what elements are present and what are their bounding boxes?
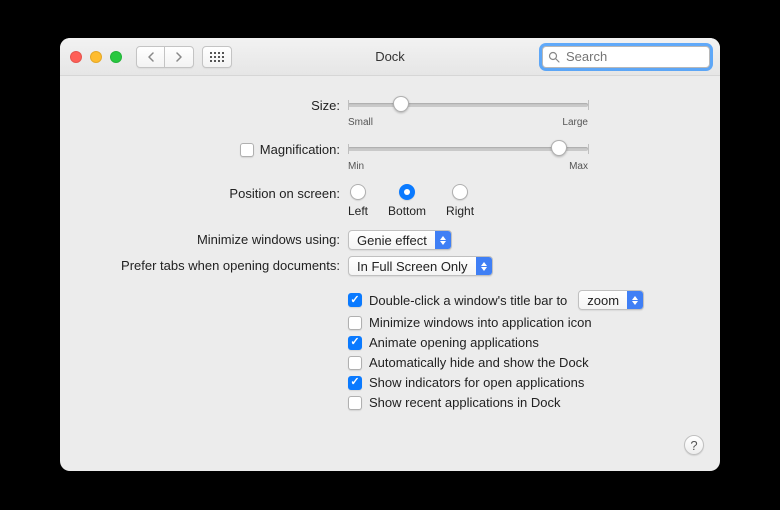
titlebar-action-value: zoom <box>579 293 627 308</box>
chevron-right-icon <box>175 52 183 62</box>
forward-button[interactable] <box>165 47 193 67</box>
autohide-checkbox[interactable] <box>348 356 362 370</box>
close-button[interactable] <box>70 51 82 63</box>
back-button[interactable] <box>137 47 165 67</box>
magnification-label: Magnification: <box>260 142 340 157</box>
minimize-into-icon-label: Minimize windows into application icon <box>369 315 592 330</box>
size-max-label: Large <box>562 117 588 128</box>
position-right-label: Right <box>446 204 474 218</box>
minimize-button[interactable] <box>90 51 102 63</box>
minimize-into-icon-checkbox[interactable] <box>348 316 362 330</box>
magnification-slider[interactable] <box>348 140 588 158</box>
animate-opening-checkbox[interactable] <box>348 336 362 350</box>
help-button[interactable]: ? <box>684 435 704 455</box>
size-slider[interactable] <box>348 96 588 114</box>
doubleclick-titlebar-label: Double-click a window's title bar to <box>369 293 567 308</box>
position-bottom-label: Bottom <box>388 204 426 218</box>
minimize-effect-select[interactable]: Genie effect <box>348 230 452 250</box>
show-all-button[interactable] <box>202 46 232 68</box>
dock-preferences-window: Dock Size: Small Large <box>60 38 720 471</box>
size-min-label: Small <box>348 117 373 128</box>
window-controls <box>70 51 122 63</box>
position-left-label: Left <box>348 204 368 218</box>
position-bottom-radio[interactable] <box>399 184 415 200</box>
recent-apps-label: Show recent applications in Dock <box>369 395 561 410</box>
select-arrows-icon <box>435 231 451 249</box>
mag-max-label: Max <box>569 161 588 172</box>
search-field[interactable] <box>542 46 710 68</box>
grid-icon <box>210 52 224 62</box>
doubleclick-titlebar-checkbox[interactable] <box>348 293 362 307</box>
zoom-button[interactable] <box>110 51 122 63</box>
titlebar-action-select[interactable]: zoom <box>578 290 644 310</box>
prefer-tabs-select[interactable]: In Full Screen Only <box>348 256 493 276</box>
size-label: Size: <box>311 98 340 113</box>
content-area: Size: Small Large <box>60 76 720 428</box>
autohide-label: Automatically hide and show the Dock <box>369 355 589 370</box>
recent-apps-checkbox[interactable] <box>348 396 362 410</box>
position-left-radio[interactable] <box>350 184 366 200</box>
select-arrows-icon <box>476 257 492 275</box>
prefer-tabs-value: In Full Screen Only <box>349 259 476 274</box>
minimize-using-label: Minimize windows using: <box>197 232 340 247</box>
magnification-slider-thumb[interactable] <box>551 140 567 156</box>
position-label: Position on screen: <box>229 186 340 201</box>
options-checklist: Double-click a window's title bar to zoo… <box>348 290 692 410</box>
select-arrows-icon <box>627 291 643 309</box>
indicators-checkbox[interactable] <box>348 376 362 390</box>
titlebar: Dock <box>60 38 720 76</box>
position-radio-group: Left Bottom Right <box>348 184 692 218</box>
size-slider-thumb[interactable] <box>393 96 409 112</box>
animate-opening-label: Animate opening applications <box>369 335 539 350</box>
minimize-effect-value: Genie effect <box>349 233 435 248</box>
prefer-tabs-label: Prefer tabs when opening documents: <box>121 258 340 273</box>
mag-min-label: Min <box>348 161 364 172</box>
chevron-left-icon <box>147 52 155 62</box>
indicators-label: Show indicators for open applications <box>369 375 584 390</box>
search-input[interactable] <box>564 48 704 65</box>
position-right-radio[interactable] <box>452 184 468 200</box>
magnification-checkbox[interactable] <box>240 143 254 157</box>
search-icon <box>548 51 560 63</box>
nav-buttons <box>136 46 194 68</box>
